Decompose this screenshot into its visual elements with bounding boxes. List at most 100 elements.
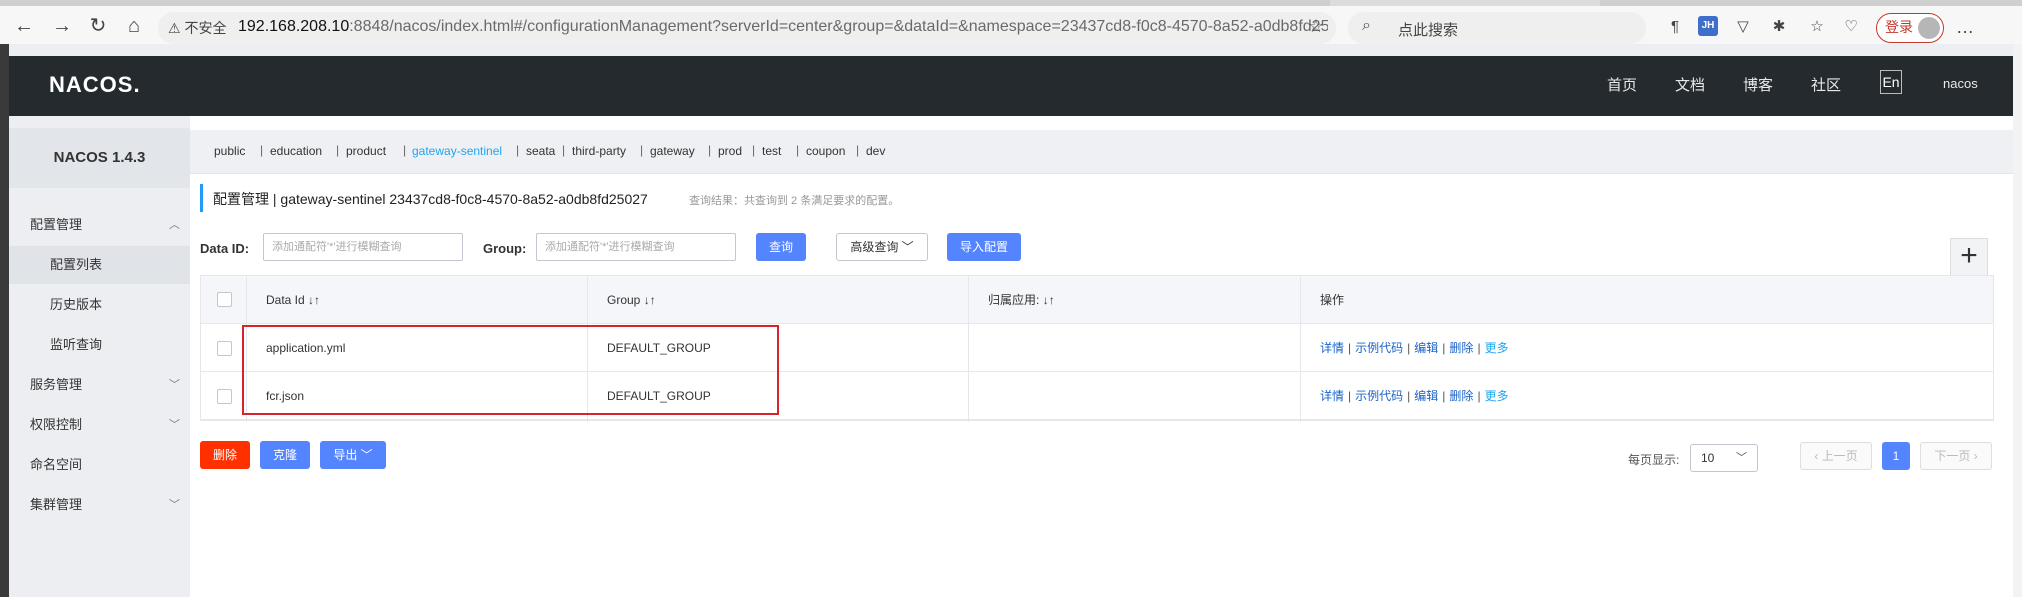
chevron-down-icon: ﹀: [901, 240, 914, 254]
extension-icon[interactable]: ¶: [1664, 16, 1686, 38]
ns-product[interactable]: product: [346, 144, 386, 158]
sidebar-item-access-control[interactable]: 权限控制 ﹀: [9, 406, 190, 444]
next-page-button[interactable]: 下一页 ›: [1920, 442, 1992, 470]
sidebar-item-service-management[interactable]: 服务管理 ﹀: [9, 366, 190, 404]
sidebar-item-cluster-management[interactable]: 集群管理 ﹀: [9, 486, 190, 524]
chevron-down-icon: ﹀: [169, 419, 180, 431]
star-icon[interactable]: ☆: [1308, 16, 1324, 37]
ns-dev[interactable]: dev: [866, 144, 885, 158]
nacos-logo[interactable]: NACOS.: [49, 72, 141, 98]
sample-code-link[interactable]: 示例代码: [1355, 389, 1403, 403]
group-label: Group:: [483, 241, 527, 256]
namespace-bar: public | education | product | gateway-s…: [190, 130, 2013, 174]
add-config-button[interactable]: +: [1950, 238, 1988, 276]
sidebar: NACOS 1.4.3 配置管理 ︿ 配置列表 历史版本 监听查询 服务管理 ﹀ 权…: [9, 116, 190, 597]
scrollbar[interactable]: [2013, 44, 2022, 597]
cell-app: [978, 325, 988, 371]
insecure-warning[interactable]: ⚠ 不安全: [168, 18, 226, 38]
nav-docs[interactable]: 文档: [1675, 74, 1705, 95]
query-button[interactable]: 查询: [756, 233, 806, 261]
ns-education[interactable]: education: [270, 144, 322, 158]
col-group[interactable]: Group ↓↑: [597, 276, 656, 323]
sample-code-link[interactable]: 示例代码: [1355, 341, 1403, 355]
col-app[interactable]: 归属应用: ↓↑: [978, 276, 1055, 323]
back-icon[interactable]: ←: [12, 14, 36, 38]
ns-seata[interactable]: seata: [526, 144, 555, 158]
ns-prod[interactable]: prod: [718, 144, 742, 158]
col-actions: 操作: [1320, 293, 1345, 307]
window-edge: [0, 44, 9, 597]
detail-link[interactable]: 详情: [1320, 389, 1344, 403]
detail-link[interactable]: 详情: [1320, 341, 1344, 355]
page-size-select[interactable]: 10 ﹀: [1690, 444, 1758, 472]
sidebar-item-history[interactable]: 历史版本: [9, 286, 190, 324]
row-checkbox[interactable]: [217, 389, 232, 404]
home-icon[interactable]: ⌂: [122, 14, 146, 38]
sort-icon: ↓↑: [308, 293, 321, 307]
sidebar-item-listener-query[interactable]: 监听查询: [9, 326, 190, 364]
select-all-checkbox[interactable]: [217, 292, 232, 307]
table-header: Data Id ↓↑ Group ↓↑ 归属应用: ↓↑ 操作: [201, 276, 1993, 324]
advanced-query-button[interactable]: 高级查询 ﹀: [836, 233, 928, 261]
nav-blog[interactable]: 博客: [1743, 74, 1773, 95]
delete-link[interactable]: 删除: [1449, 389, 1473, 403]
prev-page-button[interactable]: ‹ 上一页: [1800, 442, 1872, 470]
jh-extension-icon[interactable]: JH: [1698, 16, 1718, 36]
sidebar-title: NACOS 1.4.3: [9, 128, 190, 188]
page-header: 配置管理 | gateway-sentinel 23437cd8-f0c8-45…: [200, 184, 899, 212]
ns-test[interactable]: test: [762, 144, 781, 158]
browser-chrome: ← → ↻ ⌂ ⚠ 不安全 192.168.208.10:8848/nacos/…: [0, 0, 2022, 44]
cell-app: [978, 373, 988, 419]
dataid-input[interactable]: 添加通配符'*'进行模糊查询: [263, 233, 463, 261]
health-icon[interactable]: ♡: [1840, 16, 1862, 38]
chevron-down-icon: ﹀: [1736, 452, 1747, 464]
sidebar-item-namespaces[interactable]: 命名空间: [9, 446, 190, 484]
app-header: NACOS. 首页 文档 博客 社区 En nacos: [9, 56, 2013, 116]
clone-button[interactable]: 克隆: [260, 441, 310, 469]
group-input[interactable]: 添加通配符'*'进行模糊查询: [536, 233, 736, 261]
col-dataid[interactable]: Data Id ↓↑: [256, 276, 320, 323]
browser-search-box[interactable]: ⌕ 点此搜索: [1348, 12, 1646, 44]
language-switch[interactable]: En: [1880, 70, 1902, 94]
more-icon[interactable]: …: [1954, 16, 1976, 38]
avatar: [1918, 17, 1940, 39]
nav-home[interactable]: 首页: [1607, 74, 1637, 95]
more-link[interactable]: 更多: [1485, 389, 1509, 403]
browser-tab[interactable]: [1600, 0, 2022, 6]
nav-community[interactable]: 社区: [1811, 74, 1841, 95]
chevron-down-icon: ﹀: [169, 379, 180, 391]
sidebar-item-config-list[interactable]: 配置列表: [9, 246, 190, 284]
url-text[interactable]: 192.168.208.10:8848/nacos/index.html#/co…: [238, 18, 1328, 36]
delete-link[interactable]: 删除: [1449, 341, 1473, 355]
bulk-delete-button[interactable]: 删除: [200, 441, 250, 469]
address-bar[interactable]: ⚠ 不安全 192.168.208.10:8848/nacos/index.ht…: [158, 12, 1336, 44]
ns-coupon[interactable]: coupon: [806, 144, 845, 158]
chevron-right-icon: ›: [1970, 449, 1978, 463]
ns-public[interactable]: public: [214, 144, 245, 158]
chevron-down-icon: ﹀: [360, 448, 373, 462]
row-checkbox[interactable]: [217, 341, 232, 356]
ns-third-party[interactable]: third-party: [572, 144, 626, 158]
row-actions: 详情 | 示例代码 | 编辑 | 删除 | 更多: [1320, 389, 1509, 403]
ns-gateway-sentinel[interactable]: gateway-sentinel: [412, 144, 502, 158]
more-link[interactable]: 更多: [1485, 341, 1509, 355]
edit-link[interactable]: 编辑: [1414, 389, 1438, 403]
export-button[interactable]: 导出 ﹀: [320, 441, 386, 469]
sort-icon: ↓↑: [1042, 293, 1055, 307]
ns-gateway[interactable]: gateway: [650, 144, 695, 158]
search-icon: ⌕: [1362, 17, 1371, 34]
vue-extension-icon[interactable]: ▽: [1732, 16, 1754, 38]
reload-icon[interactable]: ↻: [86, 14, 110, 38]
login-button[interactable]: 登录: [1876, 13, 1944, 43]
user-name[interactable]: nacos: [1943, 76, 1978, 91]
puzzle-icon[interactable]: ✱: [1768, 16, 1790, 38]
browser-tab[interactable]: [0, 0, 1330, 6]
import-config-button[interactable]: 导入配置: [947, 233, 1021, 261]
sidebar-item-config-management[interactable]: 配置管理 ︿: [9, 206, 190, 244]
page-number-button[interactable]: 1: [1882, 442, 1910, 470]
row-actions: 详情 | 示例代码 | 编辑 | 删除 | 更多: [1320, 341, 1509, 355]
sort-icon: ↓↑: [643, 293, 656, 307]
favorites-icon[interactable]: ☆: [1806, 16, 1828, 38]
forward-icon[interactable]: →: [50, 14, 74, 38]
edit-link[interactable]: 编辑: [1414, 341, 1438, 355]
